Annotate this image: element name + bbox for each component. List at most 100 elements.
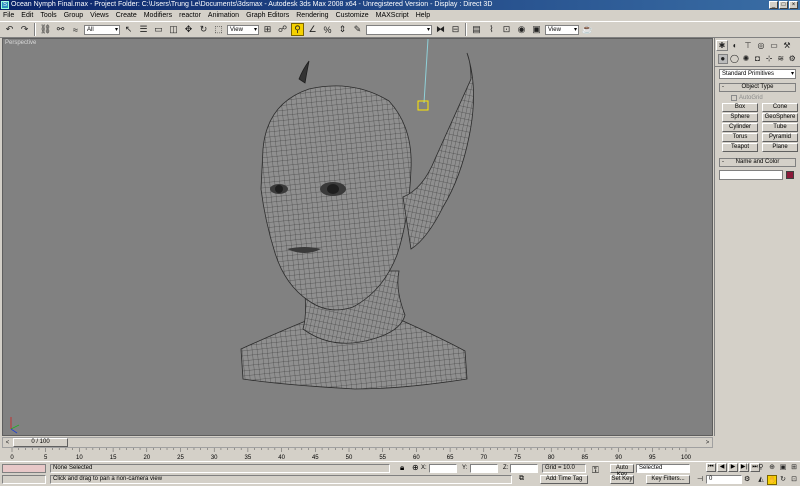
shapes-icon[interactable]: ◯: [730, 54, 740, 64]
zoom-extents-all-icon[interactable]: ⊞: [789, 463, 799, 473]
tube-button[interactable]: Tube: [762, 123, 798, 132]
time-configuration-icon[interactable]: ⚙: [744, 475, 750, 483]
angle-snap-icon[interactable]: ∠: [306, 23, 319, 36]
menu-animation[interactable]: Animation: [208, 12, 239, 19]
render-setup-icon[interactable]: ▣: [530, 23, 543, 36]
menu-graph-editors[interactable]: Graph Editors: [246, 12, 289, 19]
auto-key-button[interactable]: Auto Key: [610, 464, 634, 478]
maximize-button[interactable]: □: [779, 1, 788, 9]
layer-manager-icon[interactable]: ▤: [470, 23, 483, 36]
rectangular-selection-icon[interactable]: ▭: [152, 23, 165, 36]
add-time-tag-button[interactable]: Add Time Tag: [540, 475, 588, 484]
pyramid-button[interactable]: Pyramid: [762, 133, 798, 142]
zoom-all-icon[interactable]: ⊕: [767, 463, 777, 473]
menu-reactor[interactable]: reactor: [179, 12, 201, 19]
reference-coordinate-dropdown[interactable]: View: [227, 24, 259, 35]
box-button[interactable]: Box: [722, 103, 758, 112]
select-object-icon[interactable]: ↖: [122, 23, 135, 36]
zoom-icon[interactable]: ⚲: [756, 463, 766, 473]
snaps-toggle-icon[interactable]: ⚲: [291, 23, 304, 36]
time-slider-next[interactable]: >: [703, 440, 712, 446]
select-and-scale-icon[interactable]: ⬚: [212, 23, 225, 36]
menu-create[interactable]: Create: [116, 12, 137, 19]
menu-maxscript[interactable]: MAXScript: [376, 12, 409, 19]
align-icon[interactable]: ⊟: [449, 23, 462, 36]
field-of-view-icon[interactable]: ◭: [756, 475, 766, 485]
named-selection-dropdown[interactable]: [366, 24, 432, 35]
pan-view-icon[interactable]: ✋: [767, 475, 777, 485]
menu-tools[interactable]: Tools: [40, 12, 56, 19]
schematic-view-icon[interactable]: ⊡: [500, 23, 513, 36]
menu-file[interactable]: File: [3, 12, 14, 19]
key-mode-dropdown[interactable]: Selected: [636, 464, 690, 473]
time-slider-prev[interactable]: <: [3, 440, 12, 446]
minimize-button[interactable]: _: [769, 1, 778, 9]
render-view-dropdown[interactable]: View: [545, 24, 579, 35]
select-and-move-icon[interactable]: ✥: [182, 23, 195, 36]
next-frame-icon[interactable]: ▶|: [739, 463, 749, 472]
motion-tab-icon[interactable]: ◎: [755, 40, 767, 51]
time-slider-thumb[interactable]: 0 / 100: [13, 438, 68, 447]
y-coordinate-field[interactable]: [470, 464, 498, 473]
helpers-icon[interactable]: ⊹: [764, 54, 774, 64]
zoom-extents-icon[interactable]: ▣: [778, 463, 788, 473]
maximize-viewport-icon[interactable]: ⊡: [789, 475, 799, 485]
time-tag-icon[interactable]: ⧉: [519, 475, 524, 483]
display-tab-icon[interactable]: ▭: [768, 40, 780, 51]
torus-button[interactable]: Torus: [722, 133, 758, 142]
spinner-snap-icon[interactable]: ⇕: [336, 23, 349, 36]
app-icon[interactable]: S: [1, 1, 9, 9]
autogrid-checkbox[interactable]: [731, 95, 737, 101]
utilities-tab-icon[interactable]: ⚒: [781, 40, 793, 51]
pivot-center-icon[interactable]: ⊞: [261, 23, 274, 36]
select-and-link-icon[interactable]: ⛓: [39, 23, 52, 36]
select-by-name-icon[interactable]: ☰: [137, 23, 150, 36]
object-name-field[interactable]: [719, 170, 783, 180]
systems-icon[interactable]: ⚙: [787, 54, 797, 64]
modify-tab-icon[interactable]: ◐: [729, 40, 741, 51]
set-key-button[interactable]: Set Key: [610, 475, 634, 484]
geosphere-button[interactable]: GeoSphere: [762, 113, 798, 122]
bind-to-space-warp-icon[interactable]: ≈: [69, 23, 82, 36]
perspective-viewport[interactable]: Perspective: [2, 38, 713, 436]
cylinder-button[interactable]: Cylinder: [722, 123, 758, 132]
mirror-icon[interactable]: ⧓: [434, 23, 447, 36]
teapot-button[interactable]: Teapot: [722, 143, 758, 152]
hierarchy-tab-icon[interactable]: ⊤: [742, 40, 754, 51]
absolute-mode-icon[interactable]: ⊕: [412, 463, 419, 472]
menu-modifiers[interactable]: Modifiers: [144, 12, 172, 19]
object-type-rollout[interactable]: Object Type: [719, 83, 796, 92]
sphere-button[interactable]: Sphere: [722, 113, 758, 122]
menu-help[interactable]: Help: [416, 12, 430, 19]
maxscript-listener-mini[interactable]: [2, 464, 46, 473]
close-button[interactable]: ×: [789, 1, 798, 9]
key-icon[interactable]: ⚿: [592, 465, 599, 476]
maxscript-input[interactable]: [2, 475, 46, 484]
key-filters-button[interactable]: Key Filters...: [646, 475, 690, 484]
lights-icon[interactable]: ✺: [741, 54, 751, 64]
menu-group[interactable]: Group: [64, 12, 83, 19]
key-mode-toggle-icon[interactable]: ⊣: [697, 475, 703, 483]
object-color-swatch[interactable]: [786, 171, 794, 179]
primitive-category-dropdown[interactable]: Standard Primitives: [719, 69, 796, 79]
x-coordinate-field[interactable]: [429, 464, 457, 473]
menu-customize[interactable]: Customize: [336, 12, 369, 19]
select-and-manipulate-icon[interactable]: ☍: [276, 23, 289, 36]
menu-rendering[interactable]: Rendering: [296, 12, 328, 19]
unlink-icon[interactable]: ⚯: [54, 23, 67, 36]
create-tab-icon[interactable]: ✱: [716, 40, 728, 51]
cone-button[interactable]: Cone: [762, 103, 798, 112]
go-to-start-icon[interactable]: ⏮: [706, 463, 716, 472]
arc-rotate-icon[interactable]: ↻: [778, 475, 788, 485]
window-crossing-icon[interactable]: ◫: [167, 23, 180, 36]
name-and-color-rollout[interactable]: Name and Color: [719, 158, 796, 167]
play-icon[interactable]: ▶: [728, 463, 738, 472]
undo-icon[interactable]: ↶: [3, 23, 16, 36]
lock-selection-icon[interactable]: 🔒︎: [400, 463, 404, 473]
cameras-icon[interactable]: ◘: [753, 54, 763, 64]
select-and-rotate-icon[interactable]: ↻: [197, 23, 210, 36]
space-warps-icon[interactable]: ≋: [776, 54, 786, 64]
previous-frame-icon[interactable]: ◀: [717, 463, 727, 472]
time-slider[interactable]: < 0 / 100 >: [2, 437, 713, 448]
material-editor-icon[interactable]: ◉: [515, 23, 528, 36]
